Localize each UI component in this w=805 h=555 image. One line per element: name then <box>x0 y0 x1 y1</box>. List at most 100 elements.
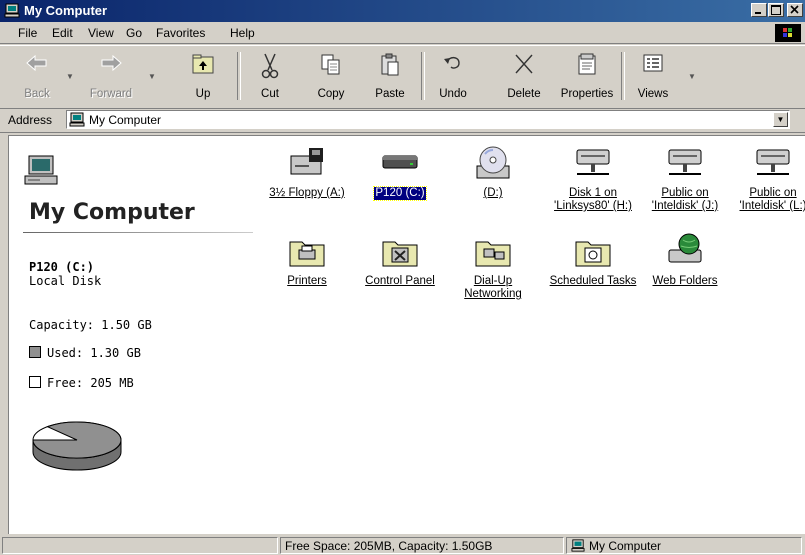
free-swatch <box>29 376 41 388</box>
free-space-row: Free: 205 MB <box>29 376 134 390</box>
address-value: My Computer <box>89 113 162 127</box>
item-label: Public on 'Inteldisk' (J:) <box>651 187 719 212</box>
network-drive-icon <box>756 149 790 175</box>
back-label: Back <box>24 88 50 100</box>
toolbar-separator <box>421 52 425 100</box>
dialup-networking-icon <box>475 241 511 267</box>
hard-drive-icon <box>382 155 418 169</box>
window-title: My Computer <box>24 3 108 18</box>
item-label: Dial-Up Networking <box>464 275 522 300</box>
desktop-item[interactable]: Dial-Up Networking <box>445 232 541 301</box>
minimize-button[interactable] <box>751 3 767 17</box>
address-field[interactable]: My Computer ▼ <box>66 110 790 129</box>
up-folder-icon <box>192 54 214 74</box>
menu-help[interactable]: Help <box>230 26 255 40</box>
properties-icon <box>578 53 596 75</box>
status-bar: Free Space: 205MB, Capacity: 1.50GB My C… <box>0 536 805 555</box>
views-icon <box>643 54 663 72</box>
used-swatch <box>29 346 41 358</box>
title-bar[interactable]: My Computer <box>0 0 805 22</box>
back-arrow-icon <box>26 54 47 72</box>
delete-label: Delete <box>507 88 541 100</box>
views-button[interactable]: Views <box>626 48 680 104</box>
toolbar-separator <box>621 52 625 100</box>
views-dropdown-icon[interactable]: ▼ <box>688 72 696 81</box>
desktop-item[interactable]: Printers <box>259 232 355 288</box>
menu-edit[interactable]: Edit <box>52 26 73 40</box>
close-button[interactable] <box>787 3 803 17</box>
used-space-text: Used: 1.30 GB <box>47 346 141 360</box>
item-label: Public on 'Inteldisk' (L:) <box>739 187 805 212</box>
printers-folder-icon <box>289 241 325 267</box>
cut-button[interactable]: Cut <box>243 48 297 104</box>
desktop-item[interactable]: Public on 'Inteldisk' (J:) <box>637 144 733 213</box>
menu-view[interactable]: View <box>88 26 114 40</box>
standard-toolbar: Back ▼ Forward ▼ Up Cut Copy Paste Undo <box>0 45 805 109</box>
status-location-text: My Computer <box>589 539 662 553</box>
cut-label: Cut <box>261 88 279 100</box>
folder-title: My Computer <box>29 200 195 225</box>
copy-label: Copy <box>317 88 345 100</box>
maximize-button[interactable] <box>768 3 784 17</box>
web-view-info-pane: My Computer P120 (C:) Local Disk Capacit… <box>9 136 259 534</box>
folder-view: My Computer P120 (C:) Local Disk Capacit… <box>8 135 805 534</box>
floppy-drive-icon <box>290 148 323 175</box>
status-panel-empty <box>2 537 278 554</box>
desktop-item[interactable]: Disk 1 on 'Linksys80' (H:) <box>545 144 641 213</box>
computer-icon <box>4 3 20 18</box>
undo-button[interactable]: Undo <box>426 48 480 104</box>
my-computer-window: My Computer File Edit View Go Favorites … <box>0 0 805 555</box>
back-button[interactable]: Back <box>10 48 64 104</box>
computer-icon <box>24 155 58 185</box>
desktop-item[interactable]: Scheduled Tasks <box>545 232 641 288</box>
desktop-item[interactable]: Control Panel <box>352 232 448 288</box>
address-dropdown-button[interactable]: ▼ <box>773 112 788 127</box>
desktop-item[interactable]: Web Folders <box>637 232 733 288</box>
close-icon <box>790 5 799 14</box>
windows-logo-icon <box>775 24 801 42</box>
control-panel-icon <box>382 241 418 267</box>
forward-dropdown-icon[interactable]: ▼ <box>148 72 156 81</box>
copy-button[interactable]: Copy <box>304 48 358 104</box>
computer-icon <box>571 539 585 552</box>
items-view: 3½ Floppy (A:) P120 (C:) (D:) Disk 1 on 'Li… <box>259 136 805 534</box>
network-drive-icon <box>668 149 702 175</box>
item-label: Web Folders <box>652 275 718 287</box>
menu-go[interactable]: Go <box>126 26 142 40</box>
paste-label: Paste <box>375 88 405 100</box>
item-label: P120 (C:) <box>373 186 427 201</box>
desktop-item[interactable]: Public on 'Inteldisk' (L:) <box>725 144 805 213</box>
desktop-item[interactable]: (D:) <box>445 144 541 200</box>
web-folders-icon <box>668 233 702 263</box>
capacity-text: Capacity: 1.50 GB <box>29 318 152 332</box>
item-label: (D:) <box>483 187 503 199</box>
paste-button[interactable]: Paste <box>363 48 417 104</box>
selected-drive-name: P120 (C:) <box>29 260 95 274</box>
forward-arrow-icon <box>101 54 122 72</box>
free-space-text: Free: 205 MB <box>47 376 134 390</box>
delete-x-icon <box>515 54 533 74</box>
back-dropdown-icon[interactable]: ▼ <box>66 72 74 81</box>
desktop-item[interactable]: P120 (C:) <box>352 144 448 201</box>
computer-icon <box>69 112 85 127</box>
forward-button[interactable]: Forward <box>84 48 138 104</box>
copy-icon <box>321 54 340 75</box>
item-label: Disk 1 on 'Linksys80' (H:) <box>554 187 632 212</box>
undo-icon <box>444 56 460 69</box>
address-bar: Address My Computer ▼ <box>0 108 805 133</box>
clipboard-icon <box>381 53 399 76</box>
toolbar-separator <box>237 52 241 100</box>
delete-button[interactable]: Delete <box>497 48 551 104</box>
address-label: Address <box>8 113 53 127</box>
up-button[interactable]: Up <box>176 48 230 104</box>
disk-usage-pie-chart <box>32 421 122 471</box>
menu-bar: File Edit View Go Favorites Help <box>0 23 805 44</box>
item-label: Scheduled Tasks <box>549 275 637 287</box>
desktop-item[interactable]: 3½ Floppy (A:) <box>259 144 355 200</box>
scissors-icon <box>261 53 279 79</box>
menu-favorites[interactable]: Favorites <box>156 26 205 40</box>
properties-button[interactable]: Properties <box>560 48 614 104</box>
menu-file[interactable]: File <box>18 26 37 40</box>
properties-label: Properties <box>560 88 614 100</box>
status-space-info: Free Space: 205MB, Capacity: 1.50GB <box>280 537 564 554</box>
